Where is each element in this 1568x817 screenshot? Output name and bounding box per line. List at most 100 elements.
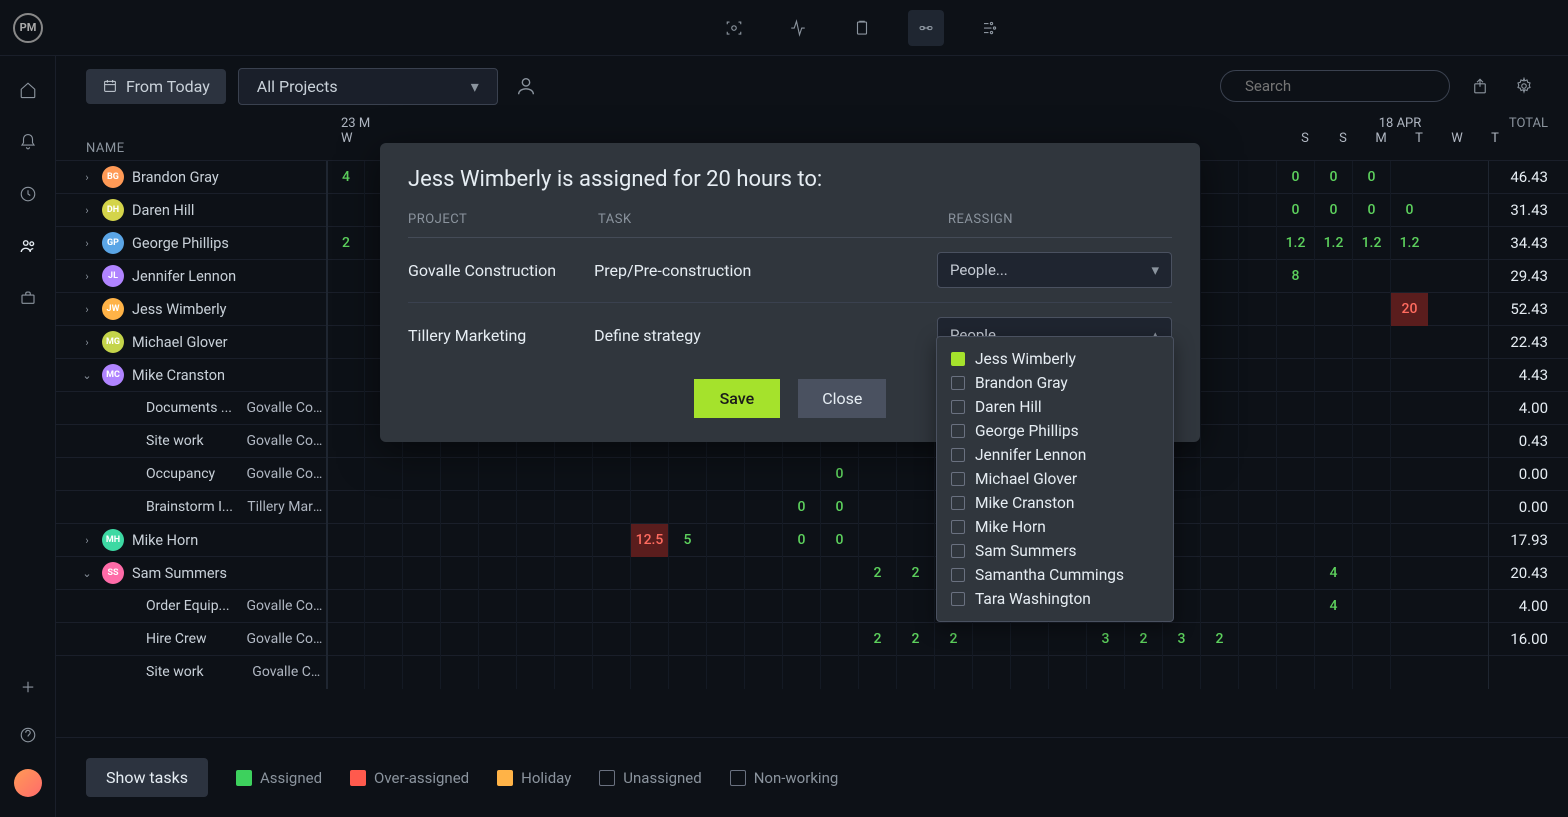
- grid-cell[interactable]: [554, 590, 592, 623]
- grid-cell[interactable]: [1200, 590, 1238, 623]
- grid-cell[interactable]: [1352, 557, 1390, 590]
- grid-cell[interactable]: [326, 590, 364, 623]
- grid-cell[interactable]: [326, 458, 364, 491]
- checkbox[interactable]: [951, 400, 965, 414]
- grid-cell[interactable]: [326, 326, 364, 359]
- grid-cell[interactable]: [820, 590, 858, 623]
- grid-cell[interactable]: [326, 557, 364, 590]
- grid-cell[interactable]: 3: [1086, 623, 1124, 656]
- grid-cell[interactable]: 0: [820, 524, 858, 557]
- grid-cell[interactable]: [1238, 656, 1276, 689]
- flow-icon[interactable]: [972, 10, 1008, 46]
- grid-cell[interactable]: [478, 590, 516, 623]
- grid-cell[interactable]: [1314, 623, 1352, 656]
- grid-cell[interactable]: [516, 557, 554, 590]
- task-name[interactable]: Hire Crew: [146, 631, 235, 647]
- task-name[interactable]: Brainstorm I...: [146, 499, 235, 515]
- grid-cell[interactable]: [592, 590, 630, 623]
- logo[interactable]: PM: [0, 13, 56, 43]
- grid-cell[interactable]: [1314, 326, 1352, 359]
- grid-cell[interactable]: [858, 458, 896, 491]
- dropdown-item[interactable]: Samantha Cummings: [937, 563, 1173, 587]
- grid-cell[interactable]: [1238, 227, 1276, 260]
- grid-cell[interactable]: [630, 458, 668, 491]
- grid-cell[interactable]: [554, 458, 592, 491]
- person-name[interactable]: Sam Summers: [132, 565, 227, 582]
- user-avatar[interactable]: [14, 769, 42, 797]
- grid-cell[interactable]: [1352, 623, 1390, 656]
- grid-cell[interactable]: [1352, 491, 1390, 524]
- grid-cell[interactable]: [1352, 458, 1390, 491]
- grid-cell[interactable]: [554, 656, 592, 689]
- dropdown-item[interactable]: Michael Glover: [937, 467, 1173, 491]
- grid-cell[interactable]: [478, 524, 516, 557]
- grid-cell[interactable]: [1390, 491, 1428, 524]
- grid-cell[interactable]: [1086, 656, 1124, 689]
- grid-cell[interactable]: [1238, 161, 1276, 194]
- grid-cell[interactable]: [1238, 425, 1276, 458]
- grid-cell[interactable]: 0: [1352, 161, 1390, 194]
- grid-cell[interactable]: [364, 557, 402, 590]
- grid-cell[interactable]: [782, 458, 820, 491]
- grid-cell[interactable]: [706, 623, 744, 656]
- grid-cell[interactable]: [896, 656, 934, 689]
- grid-cell[interactable]: [1200, 656, 1238, 689]
- grid-cell[interactable]: [858, 590, 896, 623]
- grid-cell[interactable]: [1352, 293, 1390, 326]
- grid-cell[interactable]: [1352, 524, 1390, 557]
- grid-cell[interactable]: 2: [858, 623, 896, 656]
- grid-cell[interactable]: [630, 491, 668, 524]
- grid-cell[interactable]: [326, 656, 364, 689]
- grid-cell[interactable]: [402, 590, 440, 623]
- grid-cell[interactable]: [1314, 656, 1352, 689]
- people-dropdown-menu[interactable]: Jess WimberlyBrandon GrayDaren HillGeorg…: [936, 336, 1174, 622]
- grid-cell[interactable]: [1352, 392, 1390, 425]
- dropdown-item[interactable]: Brandon Gray: [937, 371, 1173, 395]
- grid-cell[interactable]: 4: [326, 161, 364, 194]
- grid-cell[interactable]: [1276, 590, 1314, 623]
- dropdown-item[interactable]: Mike Horn: [937, 515, 1173, 539]
- grid-cell[interactable]: 0: [1390, 194, 1428, 227]
- grid-cell[interactable]: [1200, 161, 1238, 194]
- grid-cell[interactable]: [402, 656, 440, 689]
- dropdown-item[interactable]: Tara Washington: [937, 587, 1173, 611]
- grid-cell[interactable]: [858, 656, 896, 689]
- grid-cell[interactable]: [1200, 359, 1238, 392]
- grid-cell[interactable]: [1390, 392, 1428, 425]
- grid-cell[interactable]: [820, 656, 858, 689]
- grid-cell[interactable]: [1276, 293, 1314, 326]
- grid-cell[interactable]: [1048, 656, 1086, 689]
- grid-cell[interactable]: [592, 524, 630, 557]
- grid-cell[interactable]: 0: [820, 458, 858, 491]
- expand-chevron[interactable]: ›: [80, 534, 94, 547]
- grid-cell[interactable]: [516, 491, 554, 524]
- people-select[interactable]: People...▾: [937, 252, 1172, 288]
- checkbox[interactable]: [951, 424, 965, 438]
- grid-cell[interactable]: [478, 656, 516, 689]
- scan-icon[interactable]: [716, 10, 752, 46]
- grid-cell[interactable]: [402, 557, 440, 590]
- dropdown-item[interactable]: Jess Wimberly: [937, 347, 1173, 371]
- grid-cell[interactable]: [478, 458, 516, 491]
- grid-cell[interactable]: 3: [1162, 623, 1200, 656]
- expand-chevron[interactable]: ›: [80, 336, 94, 349]
- grid-cell[interactable]: 2: [896, 557, 934, 590]
- show-tasks-button[interactable]: Show tasks: [86, 758, 208, 797]
- grid-cell[interactable]: [1238, 524, 1276, 557]
- grid-cell[interactable]: [516, 656, 554, 689]
- expand-chevron[interactable]: ›: [80, 204, 94, 217]
- grid-cell[interactable]: [744, 491, 782, 524]
- grid-cell[interactable]: [782, 656, 820, 689]
- grid-cell[interactable]: [592, 491, 630, 524]
- grid-cell[interactable]: [478, 623, 516, 656]
- grid-cell[interactable]: 2: [896, 623, 934, 656]
- grid-cell[interactable]: [1238, 491, 1276, 524]
- grid-cell[interactable]: [668, 458, 706, 491]
- person-filter-icon[interactable]: [510, 70, 542, 102]
- grid-cell[interactable]: [1390, 557, 1428, 590]
- grid-cell[interactable]: [1276, 425, 1314, 458]
- grid-cell[interactable]: [972, 623, 1010, 656]
- grid-cell[interactable]: [630, 623, 668, 656]
- grid-cell[interactable]: [782, 557, 820, 590]
- grid-cell[interactable]: [326, 194, 364, 227]
